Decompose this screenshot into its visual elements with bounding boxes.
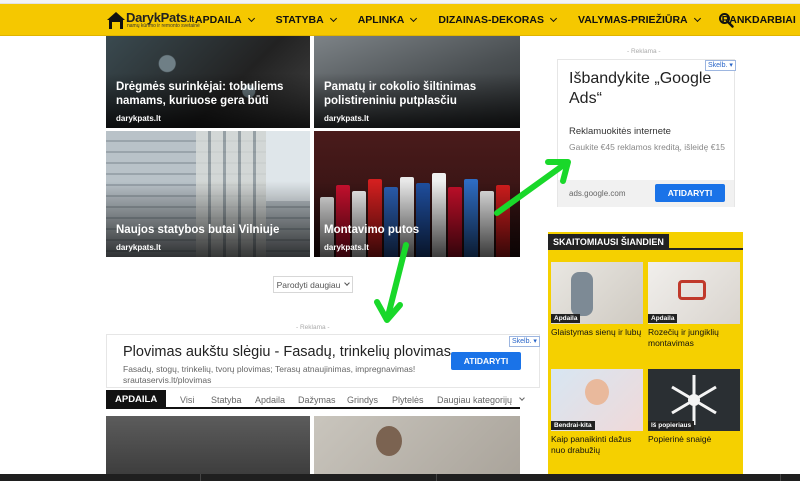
- tile-title: Drėgmės surinkėjai: tobuliems namams, ku…: [116, 81, 284, 107]
- tile-title: Naujos statybos butai Vilniuje: [116, 224, 280, 236]
- category-filter-bar: APDAILA Visi Statyba Apdaila Dažymas Gri…: [106, 390, 525, 409]
- trending-title: SKAITOMIAUSI ŠIANDIEN: [548, 234, 669, 250]
- trending-header: SKAITOMIAUSI ŠIANDIEN: [548, 232, 743, 250]
- chevron-down-icon: [329, 14, 337, 23]
- tile-title: Montavimo putos: [324, 224, 420, 236]
- taskbar-divider: [780, 474, 781, 481]
- main-nav: APDAILA STATYBA APLINKA DIZAINAS-DEKORAS…: [184, 4, 800, 36]
- tab-plyteles[interactable]: Plytelės: [392, 390, 424, 409]
- tile-source: darykpats.lt: [116, 243, 161, 252]
- chevron-down-icon: [519, 395, 525, 401]
- person-photo-shape: [376, 426, 402, 456]
- tab-visi[interactable]: Visi: [180, 390, 194, 409]
- tab-statyba[interactable]: Statyba: [211, 390, 242, 409]
- article-tile-bottom-left[interactable]: [106, 416, 310, 481]
- ad-description: Fasadų, stogų, trinkelių, tvorų plovimas…: [123, 364, 416, 385]
- chevron-down-icon: [693, 14, 701, 23]
- trending-caption[interactable]: Kaip panaikinti dažus nuo drabužių: [551, 434, 646, 455]
- category-badge: Apdaila: [551, 314, 581, 323]
- category-badge: Iš popieriaus: [648, 421, 695, 430]
- socket-photo-shape: [678, 280, 706, 300]
- ad-label: - Reklama -: [627, 48, 661, 55]
- trending-caption[interactable]: Popierinė snaigė: [648, 434, 743, 445]
- search-icon[interactable]: [718, 12, 734, 28]
- trending-card-rozetes[interactable]: Apdaila Rozečių ir jungiklių montavimas: [648, 262, 740, 354]
- taskbar-divider: [436, 474, 437, 481]
- house-logo-icon: [107, 12, 125, 29]
- tab-grindys[interactable]: Grindys: [347, 390, 378, 409]
- nav-item-aplinka[interactable]: APLINKA: [347, 4, 428, 36]
- trending-card-glaistymas[interactable]: Apdaila Glaistymas sienų ir lubų: [551, 262, 643, 354]
- ad-banner-plovimas[interactable]: Plovimas aukštu slėgiu - Fasadų, trinkel…: [106, 334, 540, 388]
- trending-caption[interactable]: Rozečių ir jungiklių montavimas: [648, 327, 743, 348]
- taskbar-divider: [200, 474, 201, 481]
- chevron-down-icon: [344, 280, 351, 286]
- tab-apdaila[interactable]: Apdaila: [255, 390, 285, 409]
- article-tile-bottom-right[interactable]: [314, 416, 520, 481]
- ad-choices-badge[interactable]: Skelb. ▾: [509, 336, 540, 347]
- ad-sidebar-google-ads[interactable]: Skelb. ▾ Išbandykite „Google Ads“ Reklam…: [557, 59, 736, 207]
- ad-open-button[interactable]: ATIDARYTI: [451, 352, 521, 370]
- chevron-down-icon: [549, 14, 558, 23]
- site-header: DarykPats.lt namų kūrimo ir remonto svet…: [0, 4, 800, 36]
- page: DarykPats.lt namų kūrimo ir remonto svet…: [0, 0, 800, 481]
- ad-url[interactable]: ads.google.com: [569, 189, 625, 198]
- ad-description: Gaukite €45 reklamos kreditą, išleidę €1…: [569, 142, 725, 152]
- ad-title[interactable]: Išbandykite „Google Ads“: [569, 69, 729, 109]
- category-badge: Apdaila: [648, 314, 678, 323]
- ad-label: - Reklama -: [296, 324, 330, 331]
- trending-caption[interactable]: Glaistymas sienų ir lubų: [551, 327, 646, 338]
- nav-item-statyba[interactable]: STATYBA: [265, 4, 347, 36]
- ad-title[interactable]: Plovimas aukštu slėgiu - Fasadų, trinkel…: [123, 344, 451, 360]
- tile-source: darykpats.lt: [116, 114, 161, 123]
- trending-card-dazai-drabuziai[interactable]: Bendrai-kita Kaip panaikinti dažus nuo d…: [551, 369, 643, 461]
- category-badge: Bendrai-kita: [551, 421, 595, 430]
- tab-daugiau-kategoriju[interactable]: Daugiau kategorijų: [437, 390, 525, 409]
- article-tile-naujos-statybos[interactable]: Naujos statybos butai Vilniuje darykpats…: [106, 131, 310, 257]
- show-more-button[interactable]: Parodyti daugiau: [273, 276, 353, 293]
- article-tile-dregmes-surinkejai[interactable]: Drėgmės surinkėjai: tobuliems namams, ku…: [106, 36, 310, 128]
- site-logo[interactable]: DarykPats.lt namų kūrimo ir remonto svet…: [106, 9, 200, 31]
- tile-source: darykpats.lt: [324, 114, 369, 123]
- chevron-down-icon: [247, 14, 255, 23]
- taskbar-strip: [0, 474, 800, 481]
- person-photo-shape: [571, 272, 593, 316]
- tile-source: darykpats.lt: [324, 243, 369, 252]
- article-tile-montavimo-putos[interactable]: Montavimo putos darykpats.lt: [314, 131, 520, 257]
- tile-title: Pamatų ir cokolio šiltinimas polistireni…: [324, 81, 477, 107]
- article-tile-pamatu-siltinimas[interactable]: Pamatų ir cokolio šiltinimas polistireni…: [314, 36, 520, 128]
- ad-open-button[interactable]: ATIDARYTI: [655, 184, 725, 202]
- trending-card-snaige[interactable]: Iš popieriaus Popierinė snaigė: [648, 369, 740, 461]
- trending-widget: SKAITOMIAUSI ŠIANDIEN Apdaila Glaistymas…: [548, 232, 743, 481]
- category-active-label: APDAILA: [106, 390, 167, 409]
- chevron-down-icon: [410, 14, 418, 23]
- ad-subtitle: Reklamuokitės internete: [569, 126, 671, 137]
- nav-item-apdaila[interactable]: APDAILA: [184, 4, 265, 36]
- child-photo-shape: [585, 379, 609, 405]
- nav-item-valymas-prieziura[interactable]: VALYMAS-PRIEŽIŪRA: [567, 4, 711, 36]
- nav-item-dizainas-dekoras[interactable]: DIZAINAS-DEKORAS: [427, 4, 567, 36]
- tab-dazymas[interactable]: Dažymas: [298, 390, 336, 409]
